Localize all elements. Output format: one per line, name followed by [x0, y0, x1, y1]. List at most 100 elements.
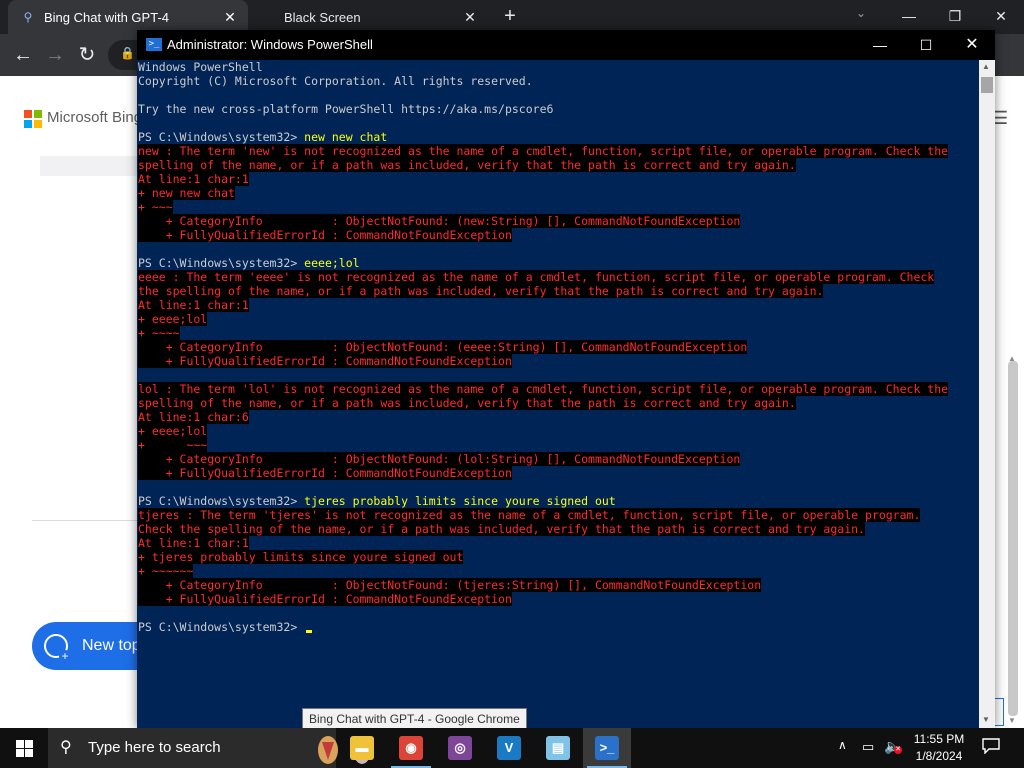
visual-studio-icon: V [497, 736, 521, 760]
close-icon[interactable]: ✕ [978, 0, 1024, 34]
console-error-line: + CategoryInfo : ObjectNotFound: (eeee:S… [138, 340, 978, 354]
console-error-line [138, 242, 978, 256]
taskbar-search-box[interactable]: ⚲ Type here to search [48, 728, 371, 768]
console-error-line [138, 606, 978, 620]
minimize-icon[interactable]: — [886, 0, 932, 34]
console-line: Copyright (C) Microsoft Corporation. All… [138, 74, 978, 88]
console-text: At line:1 char:1 [138, 172, 249, 186]
network-icon[interactable]: ▭ [862, 739, 874, 755]
powershell-window[interactable]: >_ Administrator: Windows PowerShell — ☐… [137, 30, 995, 728]
console-text: lol : The term 'lol' is not recognized a… [138, 382, 949, 396]
console-text: + eeee;lol [138, 424, 208, 438]
console-error-line: At line:1 char:1 [138, 172, 978, 186]
microsoft-logo-icon [24, 110, 42, 128]
chat-plus-icon [44, 634, 71, 662]
taskbar-app-visual-studio[interactable]: V [485, 728, 533, 768]
taskbar-app-powershell[interactable]: >_ [583, 728, 631, 768]
console-error-line: new : The term 'new' is not recognized a… [138, 144, 978, 158]
console-prompt-line: PS C:\Windows\system32> new new chat [138, 130, 978, 144]
restore-icon[interactable]: ❐ [932, 0, 978, 34]
console-text: PS C:\Windows\system32> [138, 620, 305, 634]
notification-icon[interactable] [982, 738, 1000, 754]
page-scrollbar[interactable] [1008, 361, 1018, 716]
console-error-line: + FullyQualifiedErrorId : CommandNotFoun… [138, 466, 978, 480]
minimize-icon[interactable]: — [857, 30, 903, 60]
console-error-line: + new new chat [138, 186, 978, 200]
scroll-down-arrow-icon[interactable]: ▼ [982, 715, 990, 724]
scroll-up-arrow-icon[interactable]: ▲ [982, 62, 990, 71]
console-error-line: Check the spelling of the name, or if a … [138, 522, 978, 536]
console-error-line: + ~~~ [138, 438, 978, 452]
console-text: Check the spelling of the name, or if a … [138, 522, 865, 536]
clock[interactable]: 11:55 PM 1/8/2024 [906, 731, 972, 765]
console-output[interactable]: Windows PowerShell Copyright (C) Microsof… [138, 60, 978, 728]
console-error-line: + FullyQualifiedErrorId : CommandNotFoun… [138, 228, 978, 242]
window-title: Administrator: Windows PowerShell [167, 37, 373, 52]
lock-icon: 🔒 [120, 46, 135, 60]
console-text: the spelling of the name, or if a path w… [138, 284, 824, 298]
file-explorer-icon: ▬ [350, 736, 374, 760]
tab-bing-chat[interactable]: ⚲ Bing Chat with GPT-4 ✕ [8, 0, 248, 34]
console-text: + CategoryInfo : ObjectNotFound: (lol:St… [138, 452, 741, 466]
scroll-down-arrow-icon[interactable]: ▼ [1008, 716, 1016, 725]
console-text: + CategoryInfo : ObjectNotFound: (tjeres… [138, 578, 762, 592]
tab-title: Black Screen [284, 9, 361, 25]
scrollbar-thumb[interactable] [981, 77, 993, 93]
brand-name: Microsoft Bing [47, 109, 143, 126]
console-text: spelling of the name, or if a path was i… [138, 158, 796, 172]
close-icon[interactable]: ✕ [949, 30, 995, 60]
close-tab-icon[interactable]: ✕ [462, 9, 478, 26]
input-edge [994, 698, 1004, 726]
taskbar: ⚲ Type here to search ▬ ◉ ◎ V ▤ >_ ∧ ▭ 🔈 ✕ 11… [0, 728, 1024, 768]
new-tab-icon[interactable]: + [500, 4, 520, 28]
console-text: Windows PowerShell [138, 60, 263, 74]
reload-icon[interactable]: ↻ [74, 42, 100, 68]
taskbar-app-chrome[interactable]: ◉ [387, 728, 435, 768]
console-error-line: lol : The term 'lol' is not recognized a… [138, 382, 978, 396]
console-error-line: spelling of the name, or if a path was i… [138, 158, 978, 172]
console-command: eeee;lol [304, 256, 360, 270]
console-error-line: + tjeres probably limits since youre sig… [138, 550, 978, 564]
console-text: + FullyQualifiedErrorId : CommandNotFoun… [138, 592, 512, 606]
maximize-icon[interactable]: ☐ [903, 30, 949, 60]
clock-date: 1/8/2024 [915, 749, 963, 763]
taskbar-tooltip: Bing Chat with GPT-4 - Google Chrome [302, 708, 527, 730]
taskbar-app-notepad[interactable]: ▤ [534, 728, 582, 768]
console-text: new : The term 'new' is not recognized a… [138, 144, 949, 158]
back-arrow-icon[interactable]: ← [10, 42, 36, 68]
search-icon: ⚲ [23, 10, 33, 24]
console-error-line: At line:1 char:1 [138, 536, 978, 550]
clock-time: 11:55 PM [913, 732, 965, 746]
taskbar-app-file-explorer[interactable]: ▬ [338, 728, 386, 768]
console-error-line: + ~~~~~~ [138, 564, 978, 578]
console-text: + new new chat [138, 186, 235, 200]
chevron-down-icon[interactable]: ⌄ [856, 6, 866, 20]
console-text: + FullyQualifiedErrorId : CommandNotFoun… [138, 354, 512, 368]
console-error-line: + ~~~~ [138, 326, 978, 340]
console-scrollbar[interactable]: ▲ ▼ [979, 60, 995, 728]
console-text: + ~~~ [138, 200, 173, 214]
search-icon: ⚲ [60, 739, 72, 756]
console-error-line: spelling of the name, or if a path was i… [138, 396, 978, 410]
forward-arrow-icon[interactable]: → [42, 42, 68, 68]
console-line: Try the new cross-platform PowerShell ht… [138, 102, 978, 116]
chevron-up-icon[interactable]: ∧ [838, 738, 847, 752]
taskbar-app-tor-browser[interactable]: ◎ [436, 728, 484, 768]
powershell-icon: >_ [146, 38, 162, 51]
console-text: PS C:\Windows\system32> [138, 256, 305, 270]
muted-badge-icon: ✕ [894, 746, 902, 754]
close-tab-icon[interactable]: ✕ [222, 9, 238, 26]
console-error-line [138, 368, 978, 382]
powershell-title-bar[interactable]: >_ Administrator: Windows PowerShell — ☐… [137, 30, 995, 60]
windows-start-icon[interactable] [0, 728, 48, 768]
console-error-line: + CategoryInfo : ObjectNotFound: (tjeres… [138, 578, 978, 592]
tab-black-screen[interactable]: Black Screen ✕ [256, 0, 488, 34]
tab-strip: ⚲ Bing Chat with GPT-4 ✕ Black Screen ✕ … [0, 0, 1024, 34]
tor-browser-icon: ◎ [448, 736, 472, 760]
loading-placeholder [40, 156, 140, 176]
console-line: Windows PowerShell [138, 60, 978, 74]
console-text: At line:1 char:1 [138, 298, 249, 312]
